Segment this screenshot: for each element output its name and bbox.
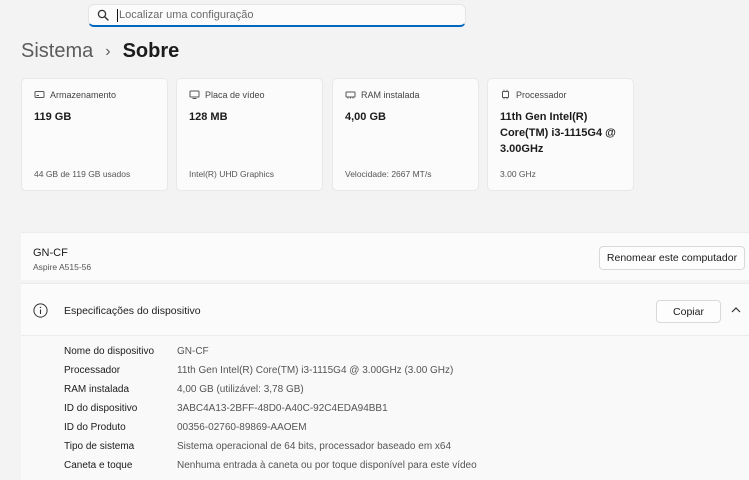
spec-row: Caneta e toque Nenhuma entrada à caneta … — [64, 456, 477, 475]
spec-value: GN-CF — [177, 346, 209, 357]
device-specs-header[interactable]: Especificações do dispositivo Copiar — [21, 284, 749, 336]
device-model: Aspire A515-56 — [33, 262, 92, 272]
spec-value: Sistema operacional de 64 bits, processa… — [177, 441, 452, 452]
card-value: 128 MB — [189, 111, 228, 123]
processor-icon — [502, 89, 509, 100]
info-icon — [33, 303, 48, 318]
spec-value: 4,00 GB (utilizável: 3,78 GB) — [177, 384, 304, 395]
card-value: 119 GB — [34, 111, 72, 123]
search-icon — [97, 9, 109, 21]
search-input[interactable] — [119, 9, 449, 21]
specs-title: Especificações do dispositivo — [64, 305, 201, 317]
breadcrumb: Sistema › Sobre — [21, 40, 179, 63]
spec-label: Nome do dispositivo — [64, 346, 155, 357]
card-footer: Intel(R) UHD Graphics — [189, 169, 275, 179]
card-value: 11th Gen Intel(R) Core(TM) i3-1115G4 @ 3… — [500, 111, 616, 155]
storage-card[interactable]: Armazenamento 119 GB 44 GB de 119 GB usa… — [21, 78, 168, 191]
spec-row: Nome do dispositivo GN-CF — [64, 342, 477, 361]
specs-list: Nome do dispositivo GN-CF Processador 11… — [64, 342, 477, 475]
card-title: Processador — [516, 89, 567, 100]
spec-label: RAM instalada — [64, 384, 130, 395]
rename-computer-button[interactable]: Renomear este computador — [599, 246, 745, 270]
spec-row: Processador 11th Gen Intel(R) Core(TM) i… — [64, 361, 477, 380]
card-title: Placa de vídeo — [205, 89, 265, 100]
spec-row: ID do dispositivo 3ABC4A13-2BFF-48D0-A40… — [64, 399, 477, 418]
search-box[interactable] — [88, 4, 466, 27]
gpu-card[interactable]: Placa de vídeo 128 MB Intel(R) UHD Graph… — [176, 78, 323, 191]
copy-button[interactable]: Copiar — [656, 300, 721, 323]
text-caret — [117, 9, 118, 22]
spec-label: ID do dispositivo — [64, 403, 138, 414]
device-name: GN-CF — [33, 247, 68, 259]
spec-row: Tipo de sistema Sistema operacional de 6… — [64, 437, 477, 456]
spec-label: Processador — [64, 365, 121, 376]
card-title: Armazenamento — [50, 89, 117, 100]
chevron-up-icon[interactable] — [730, 305, 742, 315]
card-footer: 44 GB de 119 GB usados — [34, 169, 131, 179]
spec-value: 3ABC4A13-2BFF-48D0-A40C-92C4EDA94BB1 — [177, 403, 388, 414]
spec-label: Tipo de sistema — [64, 441, 135, 452]
processor-card[interactable]: Processador 11th Gen Intel(R) Core(TM) i… — [487, 78, 634, 191]
spec-label: Caneta e toque — [64, 460, 133, 471]
spec-row: RAM instalada 4,00 GB (utilizável: 3,78 … — [64, 380, 477, 399]
device-name-panel: GN-CF Aspire A515-56 Renomear este compu… — [21, 232, 749, 280]
page-title: Sobre — [122, 40, 180, 62]
spec-value: Nenhuma entrada à caneta ou por toque di… — [177, 460, 477, 471]
breadcrumb-separator-icon: › — [105, 42, 111, 60]
device-specs-panel: Especificações do dispositivo Copiar Nom… — [21, 283, 749, 480]
spec-value: 11th Gen Intel(R) Core(TM) i3-1115G4 @ 3… — [177, 365, 454, 376]
card-footer: 3.00 GHz — [500, 169, 536, 179]
card-value: 4,00 GB — [345, 111, 386, 123]
card-title: RAM instalada — [361, 89, 420, 100]
spec-value: 00356-02760-89869-AAOEM — [177, 422, 307, 433]
storage-icon — [34, 91, 45, 98]
spec-label: ID do Produto — [64, 422, 126, 433]
gpu-icon — [189, 90, 200, 99]
breadcrumb-parent-link[interactable]: Sistema — [21, 40, 93, 63]
spec-row: ID do Produto 00356-02760-89869-AAOEM — [64, 418, 477, 437]
ram-icon — [345, 91, 356, 99]
ram-card[interactable]: RAM instalada 4,00 GB Velocidade: 2667 M… — [332, 78, 479, 191]
card-footer: Velocidade: 2667 MT/s — [345, 169, 432, 179]
